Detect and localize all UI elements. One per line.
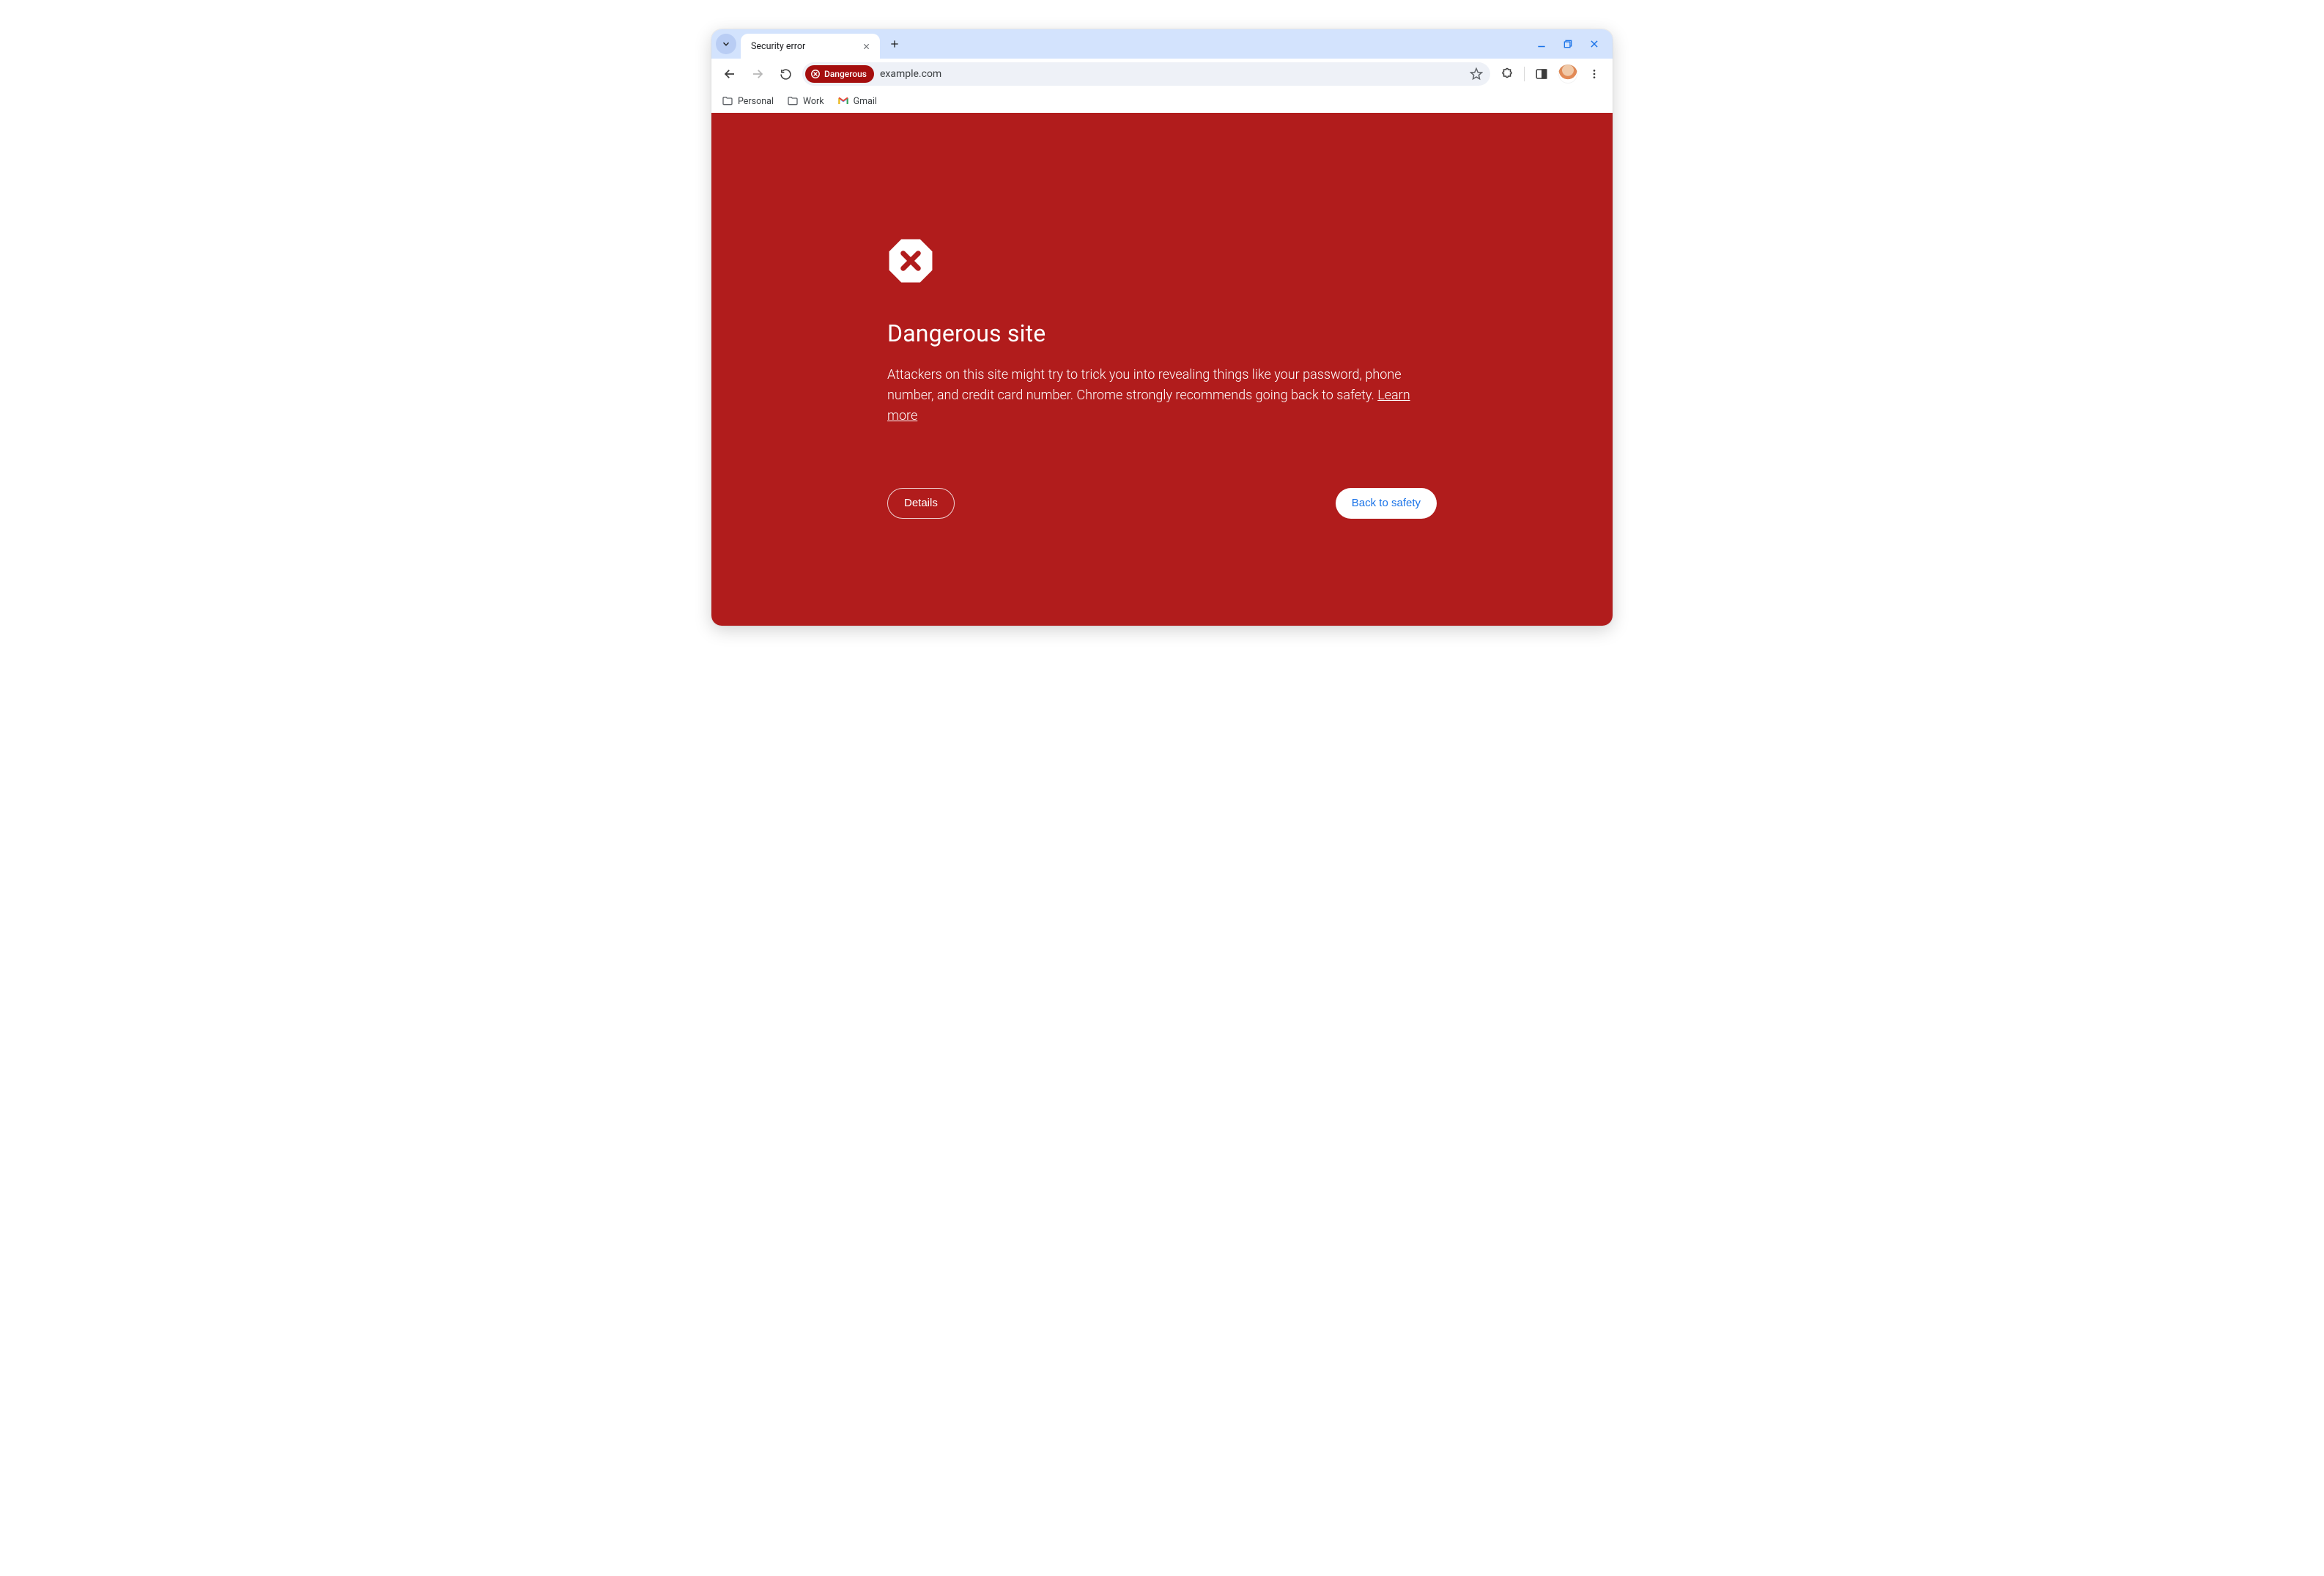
tab-title: Security error — [751, 41, 854, 52]
star-icon — [1470, 67, 1483, 81]
puzzle-icon — [1500, 67, 1514, 81]
side-panel-button[interactable] — [1531, 63, 1553, 85]
bookmark-label: Personal — [738, 96, 774, 107]
omnibox[interactable]: Dangerous example.com — [802, 62, 1490, 86]
close-icon — [862, 42, 870, 51]
avatar — [1558, 64, 1577, 84]
arrow-left-icon — [723, 67, 736, 81]
stop-sign-icon — [887, 237, 934, 284]
maximize-icon — [1563, 39, 1573, 49]
side-panel-icon — [1535, 67, 1548, 81]
nav-back-button[interactable] — [719, 63, 741, 85]
close-icon — [1589, 39, 1599, 49]
omnibox-url[interactable]: example.com — [880, 68, 1461, 80]
security-chip-label: Dangerous — [824, 69, 867, 79]
bookmark-label: Work — [803, 96, 824, 107]
window-close-button[interactable] — [1588, 37, 1601, 51]
folder-icon — [722, 95, 733, 107]
bookmark-label: Gmail — [854, 96, 877, 107]
minimize-icon — [1536, 39, 1547, 49]
details-button[interactable]: Details — [887, 488, 955, 519]
bookmark-folder-work[interactable]: Work — [787, 95, 824, 107]
window-minimize-button[interactable] — [1535, 37, 1548, 51]
nav-reload-button[interactable] — [774, 63, 796, 85]
chrome-menu-button[interactable] — [1583, 63, 1605, 85]
toolbar-divider — [1524, 67, 1525, 81]
interstitial-heading: Dangerous site — [887, 319, 1437, 347]
window-maximize-button[interactable] — [1561, 37, 1574, 51]
not-secure-icon — [810, 69, 821, 79]
arrow-right-icon — [751, 67, 764, 81]
interstitial-body: Attackers on this site might try to tric… — [887, 365, 1437, 426]
window-controls — [1535, 37, 1607, 51]
bookmark-star-button[interactable] — [1467, 64, 1486, 84]
kebab-icon — [1588, 68, 1600, 80]
tab-close-button[interactable] — [859, 40, 873, 53]
bookmark-folder-personal[interactable]: Personal — [722, 95, 774, 107]
plus-icon — [889, 39, 900, 49]
interstitial-body-text: Attackers on this site might try to tric… — [887, 367, 1402, 403]
toolbar: Dangerous example.com — [711, 59, 1613, 89]
security-chip-dangerous[interactable]: Dangerous — [805, 65, 874, 83]
back-to-safety-button[interactable]: Back to safety — [1336, 488, 1437, 519]
bookmark-gmail[interactable]: Gmail — [837, 96, 877, 107]
search-tabs-button[interactable] — [716, 34, 736, 54]
chevron-down-icon — [721, 39, 731, 49]
tab-strip: Security error — [711, 29, 1613, 59]
browser-window: Security error — [711, 29, 1613, 626]
interstitial-button-row: Details Back to safety — [887, 488, 1437, 519]
tab-active[interactable]: Security error — [741, 34, 880, 59]
profile-button[interactable] — [1557, 63, 1579, 85]
nav-forward-button[interactable] — [747, 63, 769, 85]
bookmark-bar: Personal Work Gmail — [711, 89, 1613, 113]
new-tab-button[interactable] — [884, 34, 905, 54]
reload-icon — [780, 68, 792, 81]
extensions-button[interactable] — [1496, 63, 1518, 85]
gmail-icon — [837, 97, 849, 106]
toolbar-right — [1496, 63, 1605, 85]
folder-icon — [787, 95, 799, 107]
safebrowsing-interstitial: Dangerous site Attackers on this site mi… — [711, 113, 1613, 626]
